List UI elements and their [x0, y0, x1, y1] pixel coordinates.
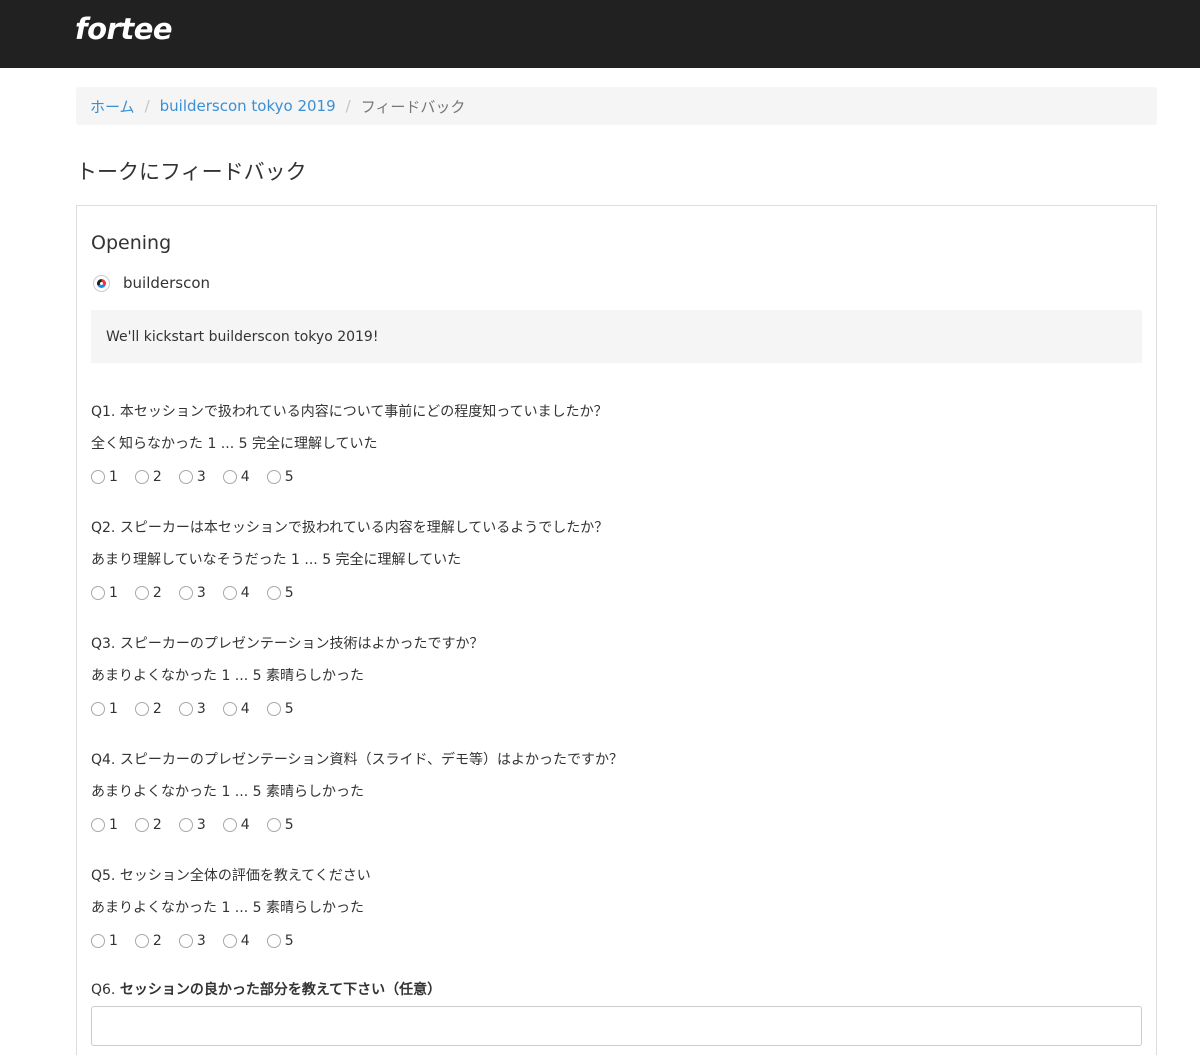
question-text: Q3. スピーカーのプレゼンテーション技術はよかったですか？ — [91, 636, 484, 652]
breadcrumb-separator: / — [345, 97, 351, 115]
main-container: ホーム / builderscon tokyo 2019 / フィードバック ト… — [76, 87, 1157, 1055]
rating-option-5[interactable]: 5 — [266, 469, 294, 485]
radio-circle-icon[interactable] — [178, 470, 193, 484]
radio-circle-icon[interactable] — [134, 702, 149, 716]
breadcrumb-home-link[interactable]: ホーム — [90, 96, 135, 117]
talk-title: Opening — [91, 232, 172, 254]
question-text: Q2. スピーカーは本セッションで扱われている内容を理解しているようでしたか？ — [91, 520, 609, 536]
rating-option-4[interactable]: 4 — [222, 585, 250, 601]
rating-option-3[interactable]: 3 — [178, 469, 206, 485]
breadcrumb-current: フィードバック — [360, 97, 466, 116]
radio-circle-icon[interactable] — [222, 818, 237, 832]
feedback-card: Opening builderscon We'll kickstart buil… — [76, 205, 1157, 1055]
radio-circle-icon[interactable] — [91, 934, 105, 948]
question-scale: あまり理解していなそうだった 1 ... 5 完全に理解していた — [91, 552, 462, 568]
radio-circle-icon[interactable] — [178, 702, 193, 716]
rating-option-4[interactable]: 4 — [222, 469, 250, 485]
radio-circle-icon[interactable] — [266, 702, 281, 716]
radio-circle-icon[interactable] — [178, 934, 193, 948]
navbar: fortee — [0, 0, 1200, 68]
rating-option-5[interactable]: 5 — [266, 817, 294, 833]
question-q3: Q3. スピーカーのプレゼンテーション技術はよかったですか？ あまりよくなかった… — [91, 633, 1142, 749]
question-scale: 全く知らなかった 1 ... 5 完全に理解していた — [91, 436, 378, 452]
question-scale: あまりよくなかった 1 ... 5 素晴らしかった — [91, 900, 364, 916]
brand-logo[interactable]: fortee — [75, 12, 173, 46]
radio-circle-icon[interactable] — [222, 702, 237, 716]
radio-circle-icon[interactable] — [266, 470, 281, 484]
question-text: Q5. セッション全体の評価を教えてください — [91, 868, 371, 884]
radio-circle-icon[interactable] — [266, 586, 281, 600]
rating-radio-group: 1 2 3 4 5 — [91, 466, 1142, 488]
speaker-avatar-icon — [93, 274, 110, 292]
good-points-textarea[interactable] — [91, 1006, 1142, 1046]
rating-option-2[interactable]: 2 — [134, 585, 162, 601]
questions-list: Q1. 本セッションで扱われている内容について事前にどの程度知っていましたか？ … — [91, 401, 1142, 1046]
radio-circle-icon[interactable] — [134, 470, 149, 484]
question-label: セッションの良かった部分を教えて下さい（任意） — [119, 982, 442, 998]
page-title: トークにフィードバック — [76, 160, 307, 184]
rating-option-5[interactable]: 5 — [266, 933, 294, 949]
radio-circle-icon[interactable] — [222, 934, 237, 948]
rating-option-1[interactable]: 1 — [91, 469, 118, 485]
talk-abstract: We'll kickstart builderscon tokyo 2019! — [91, 310, 1142, 363]
question-prefix: Q6. — [91, 982, 120, 998]
speaker-name: builderscon — [123, 274, 211, 292]
rating-option-3[interactable]: 3 — [178, 585, 206, 601]
breadcrumb: ホーム / builderscon tokyo 2019 / フィードバック — [76, 87, 1157, 125]
question-q1: Q1. 本セッションで扱われている内容について事前にどの程度知っていましたか？ … — [91, 401, 1142, 517]
rating-option-1[interactable]: 1 — [91, 585, 118, 601]
question-text: Q1. 本セッションで扱われている内容について事前にどの程度知っていましたか？ — [91, 404, 608, 420]
radio-circle-icon[interactable] — [178, 586, 193, 600]
breadcrumb-separator: / — [144, 97, 150, 115]
breadcrumb-event-link[interactable]: builderscon tokyo 2019 — [160, 97, 336, 115]
radio-circle-icon[interactable] — [91, 586, 105, 600]
rating-option-5[interactable]: 5 — [266, 585, 294, 601]
radio-circle-icon[interactable] — [91, 818, 105, 832]
rating-option-2[interactable]: 2 — [134, 933, 162, 949]
radio-circle-icon[interactable] — [222, 586, 237, 600]
radio-circle-icon[interactable] — [266, 934, 281, 948]
radio-circle-icon[interactable] — [222, 470, 237, 484]
question-scale: あまりよくなかった 1 ... 5 素晴らしかった — [91, 668, 364, 684]
speaker: builderscon — [91, 272, 1142, 294]
radio-circle-icon[interactable] — [178, 818, 193, 832]
radio-circle-icon[interactable] — [134, 818, 149, 832]
question-q4: Q4. スピーカーのプレゼンテーション資料（スライド、デモ等）はよかったですか？… — [91, 749, 1142, 865]
rating-option-3[interactable]: 3 — [178, 933, 206, 949]
rating-option-4[interactable]: 4 — [222, 701, 250, 717]
rating-option-4[interactable]: 4 — [222, 933, 250, 949]
question-q5: Q5. セッション全体の評価を教えてください あまりよくなかった 1 ... 5… — [91, 865, 1142, 981]
rating-option-2[interactable]: 2 — [134, 701, 162, 717]
rating-radio-group: 1 2 3 4 5 — [91, 814, 1142, 836]
question-text: Q6. セッションの良かった部分を教えて下さい（任意） — [91, 979, 1142, 1001]
rating-option-5[interactable]: 5 — [266, 701, 294, 717]
question-scale: あまりよくなかった 1 ... 5 素晴らしかった — [91, 784, 364, 800]
question-q6: Q6. セッションの良かった部分を教えて下さい（任意） — [91, 979, 1142, 1046]
rating-option-1[interactable]: 1 — [91, 701, 118, 717]
question-text: Q4. スピーカーのプレゼンテーション資料（スライド、デモ等）はよかったですか？ — [91, 752, 623, 768]
rating-radio-group: 1 2 3 4 5 — [91, 930, 1142, 952]
rating-option-2[interactable]: 2 — [134, 817, 162, 833]
rating-option-1[interactable]: 1 — [91, 817, 118, 833]
radio-circle-icon[interactable] — [91, 702, 105, 716]
radio-circle-icon[interactable] — [266, 818, 281, 832]
radio-circle-icon[interactable] — [134, 586, 149, 600]
radio-circle-icon[interactable] — [91, 470, 105, 484]
question-q2: Q2. スピーカーは本セッションで扱われている内容を理解しているようでしたか？ … — [91, 517, 1142, 633]
rating-option-3[interactable]: 3 — [178, 817, 206, 833]
rating-radio-group: 1 2 3 4 5 — [91, 698, 1142, 720]
rating-radio-group: 1 2 3 4 5 — [91, 582, 1142, 604]
radio-circle-icon[interactable] — [134, 934, 149, 948]
rating-option-3[interactable]: 3 — [178, 701, 206, 717]
rating-option-4[interactable]: 4 — [222, 817, 250, 833]
rating-option-2[interactable]: 2 — [134, 469, 162, 485]
rating-option-1[interactable]: 1 — [91, 933, 118, 949]
